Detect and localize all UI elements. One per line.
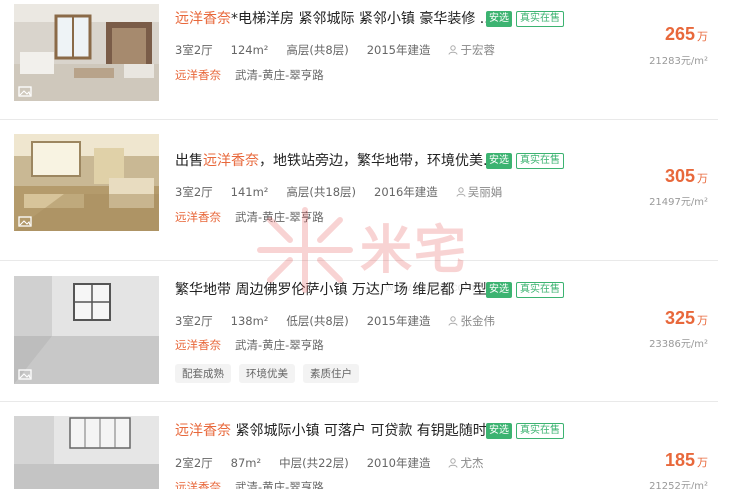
real-on-sale-badge: 真实在售: [516, 282, 564, 298]
agent-name: 于宏蓉: [460, 43, 495, 57]
agent-name-wrap[interactable]: 吴丽娟: [456, 185, 521, 199]
build-year: 2015年建造: [366, 314, 431, 328]
real-on-sale-badge: 真实在售: [516, 11, 564, 27]
gallery-icon: [18, 369, 32, 380]
build-year: 2010年建造: [366, 456, 431, 470]
floor-area: 87m²: [230, 456, 262, 470]
living-room-photo: [14, 4, 159, 101]
agent-name: 尤杰: [460, 456, 484, 470]
listing-meta: 3室2厅 141m² 高层(共18层) 2016年建造 吴丽娟: [175, 184, 538, 200]
floor-info: 高层(共8层): [286, 43, 349, 57]
listing-location: 远洋香奈 武清-黄庄-翠亨路: [175, 337, 324, 353]
listing-photo[interactable]: [14, 134, 159, 231]
anxuan-badge: 安选: [486, 282, 512, 298]
price-unit: 万: [697, 314, 708, 327]
anxuan-badge: 安选: [486, 11, 512, 27]
agent-icon: [448, 45, 458, 55]
listing-title-link[interactable]: 远洋香奈*电梯洋房 紧邻城际 紧邻小镇 豪华装修 ...: [175, 8, 493, 30]
price-value: 265: [664, 24, 695, 44]
total-price: 185 万: [665, 450, 708, 471]
gallery-icon: [18, 216, 32, 227]
total-price: 325 万: [665, 308, 708, 329]
listing-location: 远洋香奈 武清-黄庄-翠亨路: [175, 479, 324, 489]
district: 武清-黄庄-翠亨路: [235, 480, 324, 489]
anxuan-badge: 安选: [486, 423, 512, 439]
unit-price: 23386元/m²: [649, 339, 708, 350]
agent-icon: [448, 316, 458, 326]
anxuan-badge: 安选: [486, 153, 512, 169]
agent-icon: [456, 187, 466, 197]
listing-meta: 2室2厅 87m² 中层(共22层) 2010年建造 尤杰: [175, 455, 519, 471]
floor-info: 低层(共8层): [286, 314, 349, 328]
real-on-sale-badge: 真实在售: [516, 423, 564, 439]
empty-room-photo: [14, 276, 159, 384]
agent-name: 张金伟: [460, 314, 495, 328]
listing-location: 远洋香奈 武清-黄庄-翠亨路: [175, 67, 324, 83]
room-layout: 3室2厅: [175, 185, 213, 199]
listing-meta: 3室2厅 138m² 低层(共8层) 2015年建造 张金伟: [175, 313, 531, 329]
feature-chip: 素质住户: [303, 364, 359, 383]
total-price: 265 万: [665, 24, 708, 45]
floor-area: 141m²: [230, 185, 269, 199]
floor-info: 中层(共22层): [279, 456, 349, 470]
title-highlight: 远洋香奈: [175, 423, 231, 439]
room-layout: 3室2厅: [175, 43, 213, 57]
price-value: 325: [664, 308, 695, 328]
listing-photo[interactable]: [14, 416, 159, 489]
room-layout: 2室2厅: [175, 456, 213, 470]
price-unit: 万: [697, 172, 708, 185]
price-unit: 万: [697, 456, 708, 469]
listing-title-link[interactable]: 远洋香奈 紧邻城际小镇 可落户 可贷款 有钥匙随时...: [175, 420, 500, 442]
real-on-sale-badge: 真实在售: [516, 153, 564, 169]
living-room-photo: [14, 134, 159, 231]
empty-room-photo: [14, 416, 159, 489]
floor-area: 124m²: [230, 43, 269, 57]
unit-price: 21252元/m²: [649, 481, 708, 489]
floor-info: 高层(共18层): [286, 185, 357, 199]
listing-card[interactable]: 繁华地带 周边佛罗伦萨小镇 万达广场 维尼都 户型... 安选 真实在售 3室2…: [0, 261, 740, 401]
community-link[interactable]: 远洋香奈: [175, 338, 221, 352]
listing-title-row: 繁华地带 周边佛罗伦萨小镇 万达广场 维尼都 户型...: [175, 279, 500, 301]
agent-name-wrap[interactable]: 于宏蓉: [448, 43, 513, 57]
price-value: 185: [664, 450, 695, 470]
unit-price: 21283元/m²: [649, 56, 708, 67]
listing-photo[interactable]: [14, 4, 159, 101]
feature-chip: 环境优美: [239, 364, 295, 383]
community-link[interactable]: 远洋香奈: [175, 480, 221, 489]
listing-location: 远洋香奈 武清-黄庄-翠亨路: [175, 209, 324, 225]
price-unit: 万: [697, 30, 708, 43]
district: 武清-黄庄-翠亨路: [235, 68, 324, 82]
agent-name: 吴丽娟: [467, 185, 503, 199]
listing-title-row: 远洋香奈 紧邻城际小镇 可落户 可贷款 有钥匙随时...: [175, 420, 500, 442]
district: 武清-黄庄-翠亨路: [235, 210, 324, 224]
listing-title-link[interactable]: 出售远洋香奈，地铁站旁边，繁华地带，环境优美...: [175, 150, 496, 172]
listing-card[interactable]: 远洋香奈 紧邻城际小镇 可落户 可贷款 有钥匙随时... 安选 真实在售 2室2…: [0, 402, 740, 489]
listing-photo[interactable]: [14, 276, 159, 384]
district: 武清-黄庄-翠亨路: [235, 338, 324, 352]
community-link[interactable]: 远洋香奈: [175, 68, 221, 82]
listing-title-row: 出售远洋香奈，地铁站旁边，繁华地带，环境优美...: [175, 150, 496, 172]
feature-chips: 配套成熟 环境优美 素质住户: [175, 362, 367, 383]
floor-area: 138m²: [230, 314, 269, 328]
listing-card[interactable]: 出售远洋香奈，地铁站旁边，繁华地带，环境优美... 安选 真实在售 3室2厅 14…: [0, 120, 740, 260]
agent-name-wrap[interactable]: 尤杰: [448, 456, 501, 470]
listing-meta: 3室2厅 124m² 高层(共8层) 2015年建造 于宏蓉: [175, 42, 531, 58]
room-layout: 3室2厅: [175, 314, 213, 328]
feature-chip: 配套成熟: [175, 364, 231, 383]
build-year: 2015年建造: [366, 43, 431, 57]
title-highlight: 远洋香奈: [175, 11, 231, 27]
build-year: 2016年建造: [374, 185, 438, 199]
listing-title-link[interactable]: 繁华地带 周边佛罗伦萨小镇 万达广场 维尼都 户型...: [175, 279, 500, 301]
gallery-icon: [18, 86, 32, 97]
agent-icon: [448, 458, 458, 468]
total-price: 305 万: [665, 166, 708, 187]
agent-name-wrap[interactable]: 张金伟: [448, 314, 513, 328]
listing-title-row: 远洋香奈*电梯洋房 紧邻城际 紧邻小镇 豪华装修 ...: [175, 8, 493, 30]
title-highlight: 远洋香奈: [203, 153, 259, 169]
listing-card[interactable]: 远洋香奈*电梯洋房 紧邻城际 紧邻小镇 豪华装修 ... 安选 真实在售 3室2…: [0, 0, 740, 120]
community-link[interactable]: 远洋香奈: [175, 210, 221, 224]
unit-price: 21497元/m²: [649, 197, 708, 208]
price-value: 305: [664, 166, 695, 186]
